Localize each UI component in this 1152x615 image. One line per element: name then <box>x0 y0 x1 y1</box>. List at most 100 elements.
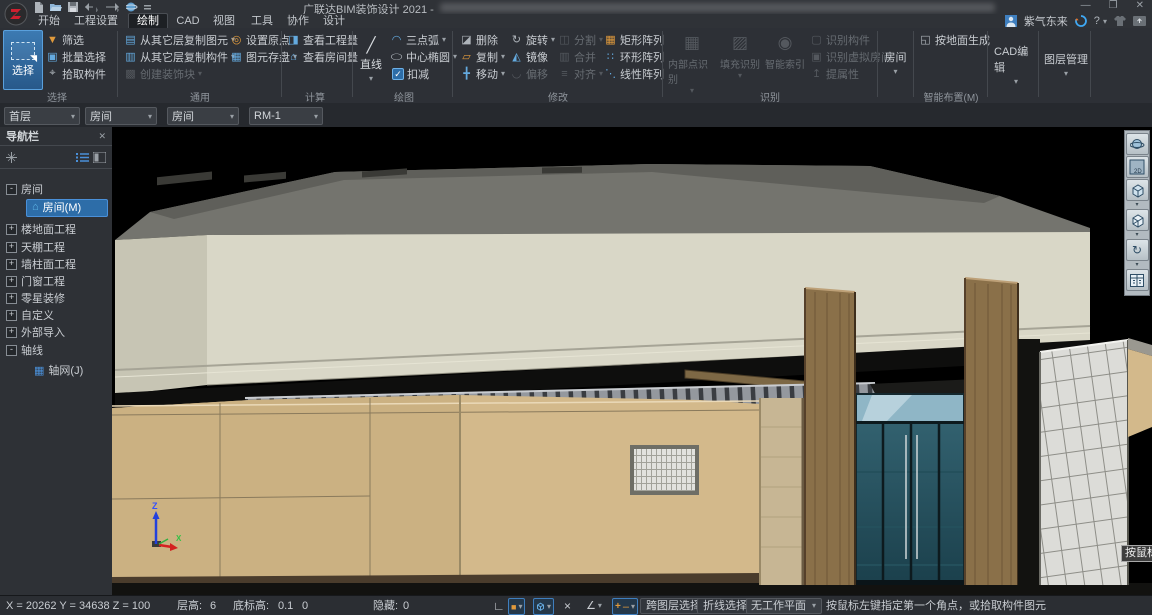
collapse-icon[interactable]: - <box>6 184 17 195</box>
pick-element-button[interactable]: ⌖拾取构件 <box>46 66 106 81</box>
tree-item-custom[interactable]: +自定义 <box>0 307 112 323</box>
isometric-view-button[interactable] <box>1126 209 1149 231</box>
linear-array-button[interactable]: ⋱线性阵列 <box>604 66 664 81</box>
tree-item-wall-works[interactable]: +墙柱面工程 <box>0 256 112 272</box>
undo-icon[interactable] <box>84 2 99 12</box>
view-dropdown-arrow[interactable]: ▾ <box>1135 202 1138 209</box>
ortho-icon[interactable]: ∟ <box>493 598 505 613</box>
category-dropdown[interactable]: 房间▾ <box>85 107 157 125</box>
expand-icon[interactable]: + <box>6 327 17 338</box>
workspace-panel-icon[interactable] <box>1133 16 1146 26</box>
tab-start[interactable]: 开始 <box>34 14 64 28</box>
center-ellipse-button[interactable]: ◯中心椭圆▾ <box>390 49 457 64</box>
delete-button[interactable]: ◪删除 <box>460 32 498 47</box>
cad-edit-button[interactable]: CAD编辑▾ <box>994 42 1038 86</box>
view-cube-button[interactable]: ▾ <box>533 598 554 615</box>
theme-shirt-icon[interactable] <box>1114 16 1126 26</box>
copy-button[interactable]: ▱复制▾ <box>460 49 505 64</box>
batch-select-button[interactable]: ▣批量选择 <box>46 49 106 64</box>
tree-item-axis-group[interactable]: -轴线 <box>0 342 112 358</box>
filter-button[interactable]: ▼筛选 <box>46 32 84 47</box>
viewport-3d[interactable]: Z X <box>112 127 1152 595</box>
base-elevation-value[interactable]: 0.1 <box>278 596 293 615</box>
tab-collab[interactable]: 协作 <box>282 14 314 28</box>
move-button[interactable]: ╋移动▾ <box>460 66 505 81</box>
3d-view-button[interactable] <box>1126 179 1149 201</box>
circular-array-button[interactable]: ∷环形阵列 <box>604 49 664 64</box>
orbit-view-button[interactable] <box>1126 133 1149 155</box>
split-button[interactable]: ◫分割▾ <box>558 32 603 47</box>
layer-manage-button[interactable]: 图层管理▾ <box>1044 42 1088 86</box>
floor-dropdown[interactable]: 首层▾ <box>4 107 80 125</box>
tree-item-room-m[interactable]: ⌂房间(M) <box>0 199 112 215</box>
minimize-button[interactable]: — <box>1081 0 1091 13</box>
align-button[interactable]: ≡对齐▾ <box>558 66 603 81</box>
room-big-button[interactable]: 房间▾ <box>879 30 912 94</box>
select-big-button[interactable]: 选择 <box>3 30 43 90</box>
tab-design[interactable]: 设计 <box>318 14 350 28</box>
open-file-icon[interactable] <box>50 2 62 12</box>
redo-icon[interactable] <box>105 2 120 12</box>
fill-recognize-button[interactable]: ▨填充识别▾ <box>718 30 762 80</box>
generate-by-floor-button[interactable]: ◱按地面生成 <box>919 32 990 47</box>
view-quantities-button[interactable]: ◨查看工程量 <box>287 32 358 47</box>
table-view-button[interactable] <box>1126 269 1149 291</box>
tab-tools[interactable]: 工具 <box>246 14 278 28</box>
sync-icon[interactable] <box>1075 15 1087 27</box>
tab-settings[interactable]: 工程设置 <box>70 14 122 28</box>
restore-button[interactable]: ❐ <box>1109 0 1118 13</box>
tab-draw[interactable]: 绘制 <box>128 13 168 29</box>
polyline-select-button[interactable]: 折线选择 <box>697 598 753 614</box>
angle-snap-icon[interactable]: ∠▾ <box>586 598 602 613</box>
help-button[interactable]: ? ▾ <box>1094 15 1107 27</box>
panel-view-icon[interactable] <box>93 152 106 163</box>
recognize-component-button[interactable]: ▢识别构件 <box>810 32 870 47</box>
tree-item-external-import[interactable]: +外部导入 <box>0 324 112 340</box>
view-dropdown-arrow[interactable]: ▾ <box>1135 262 1138 269</box>
expand-icon[interactable]: + <box>6 310 17 321</box>
app-logo[interactable] <box>4 2 28 26</box>
copy-elements-from-layer-button[interactable]: ▤从其它层复制图元▾ <box>124 32 235 47</box>
username[interactable]: 紫气东来 <box>1024 13 1068 29</box>
list-view-icon[interactable] <box>76 152 89 163</box>
save-icon[interactable] <box>68 2 78 12</box>
customize-toolbar-icon[interactable] <box>144 3 151 12</box>
merge-button[interactable]: ▥合并 <box>558 49 596 64</box>
view-room-quantities-button[interactable]: ⌂查看房间量 <box>287 49 358 64</box>
deduct-checkbox[interactable]: ✓扣减 <box>392 66 429 81</box>
2d-view-button[interactable]: 2D <box>1126 156 1149 178</box>
copy-components-from-layer-button[interactable]: ▥从其它层复制构件▾ <box>124 49 235 64</box>
nav-close-icon[interactable]: ✕ <box>98 131 106 142</box>
inner-point-recognize-button[interactable]: ▦内部点识别▾ <box>668 30 716 95</box>
view-dropdown-arrow[interactable]: ▾ <box>1135 232 1138 239</box>
collapse-icon[interactable]: - <box>6 345 17 356</box>
tree-item-floor-works[interactable]: +楼地面工程 <box>0 221 112 237</box>
extract-properties-button[interactable]: ↥提属性 <box>810 66 859 81</box>
tree-item-misc-deco[interactable]: +零星装修 <box>0 290 112 306</box>
create-deco-block-button[interactable]: ▩创建装饰块▾ <box>124 66 202 81</box>
tree-item-grid-j[interactable]: ▦轴网(J) <box>0 362 112 378</box>
type-dropdown[interactable]: 房间▾ <box>167 107 239 125</box>
tree-item-ceiling-works[interactable]: +天棚工程 <box>0 239 112 255</box>
expand-icon[interactable]: + <box>6 276 17 287</box>
rect-array-button[interactable]: ▦矩形阵列 <box>604 32 664 47</box>
tree-item-door-window-works[interactable]: +门窗工程 <box>0 273 112 289</box>
component-dropdown[interactable]: RM-1▾ <box>249 107 323 125</box>
snap-mode-button[interactable]: ■▾ <box>508 598 525 615</box>
close-button[interactable]: ✕ <box>1136 0 1144 13</box>
expand-icon[interactable]: + <box>6 293 17 304</box>
rotate-view-button[interactable]: ↻ <box>1126 239 1149 261</box>
tree-item-room-group[interactable]: -房间 <box>0 181 112 197</box>
sync-sphere-icon[interactable] <box>126 2 138 13</box>
rotate-button[interactable]: ↻旋转▾ <box>510 32 555 47</box>
cancel-snap-icon[interactable]: × <box>564 598 571 613</box>
smart-index-button[interactable]: ◉智能索引 <box>762 30 808 71</box>
expand-icon[interactable]: + <box>6 224 17 235</box>
expand-icon[interactable]: + <box>6 242 17 253</box>
tab-cad[interactable]: CAD <box>172 14 204 28</box>
draw-mode-button[interactable]: +–▾ <box>612 598 638 615</box>
floor-height-value[interactable]: 6 <box>210 596 216 615</box>
locate-icon[interactable] <box>6 152 17 163</box>
line-big-button[interactable]: ╱ 直线 ▾ <box>356 30 386 88</box>
mirror-button[interactable]: ◭镜像 <box>510 49 548 64</box>
